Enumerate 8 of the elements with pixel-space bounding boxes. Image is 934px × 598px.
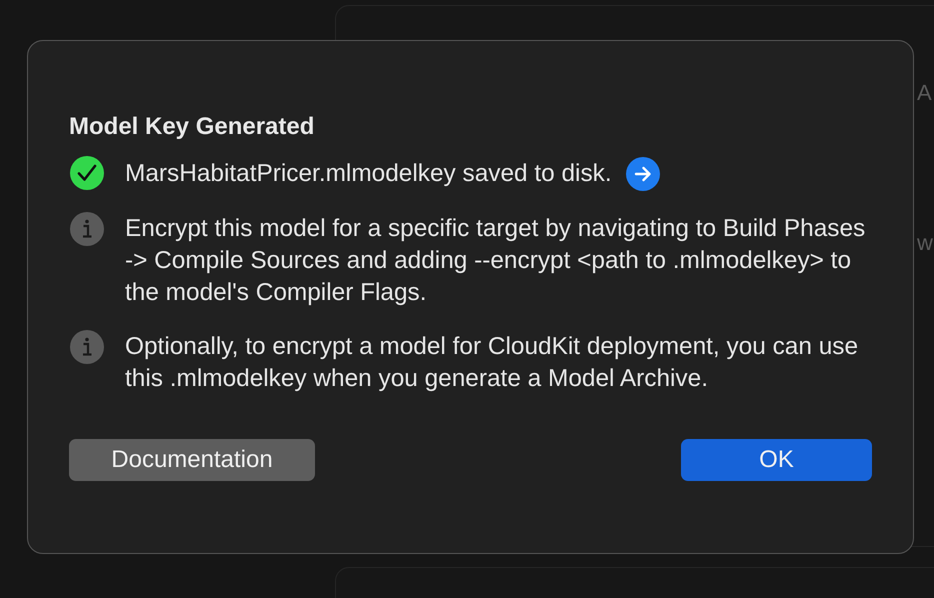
background-text: A — [917, 80, 932, 106]
background-text: w — [917, 230, 933, 256]
message-text: MarsHabitatPricer.mlmodelkey saved to disk. — [125, 159, 612, 189]
dialog-title: Model Key Generated — [69, 113, 316, 141]
message-text: Encrypt this model for a specific target by navigating to Build Phases -> Compile Sources and adding --encrypt <path to .mlmodelkey> to the model's Compiler Flags. — [125, 214, 866, 308]
message-text: Optionally, to encrypt a model for CloudKit deployment, you can use this .mlmodelkey when you generate a Model Archive. — [125, 332, 860, 394]
ok-button[interactable]: OK — [681, 439, 872, 481]
documentation-button[interactable]: Documentation — [69, 439, 315, 481]
